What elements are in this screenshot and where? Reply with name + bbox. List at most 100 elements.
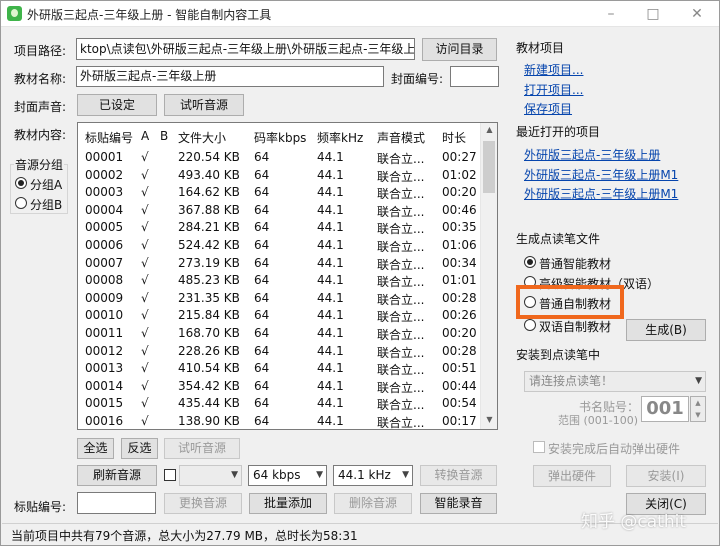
visit-directory-button[interactable]: 访问目录 xyxy=(422,38,497,61)
table-cell: 联合立... xyxy=(377,257,425,272)
scroll-thumb[interactable] xyxy=(483,141,495,193)
table-cell: 215.84 KB xyxy=(178,308,240,323)
cover-audio-set-button[interactable]: 已设定 xyxy=(77,94,157,116)
title-bar: 外研版三起点-三年级上册 - 智能自制内容工具 – □ ✕ xyxy=(1,1,719,27)
table-cell: 00002 xyxy=(85,167,124,182)
batch-add-button[interactable]: 批量添加 xyxy=(249,493,327,514)
table-cell: √ xyxy=(141,185,149,200)
table-row[interactable]: 00014 √ 354.42 KB 64 44.1 联合立... 00:44 xyxy=(78,378,481,395)
invert-selection-button[interactable]: 反选 xyxy=(121,438,158,459)
install-button[interactable]: 安装(I) xyxy=(626,465,706,487)
table-cell: 联合立... xyxy=(377,240,425,254)
install-section-title: 安装到点读笔中 xyxy=(516,348,601,362)
bitrate-select[interactable]: 64 kbps ▼ xyxy=(248,465,327,486)
scroll-down-icon[interactable]: ▼ xyxy=(481,415,497,424)
format-select[interactable]: ▼ xyxy=(179,465,242,486)
smart-record-button[interactable]: 智能录音 xyxy=(420,493,497,514)
generate-option-radio[interactable] xyxy=(524,319,536,331)
table-cell: √ xyxy=(141,202,149,217)
column-header[interactable]: 频率kHz xyxy=(317,129,363,146)
status-text: 当前项目中共有79个音源，总大小为27.79 MB，总时长为58:31 xyxy=(11,529,358,543)
open-project-link[interactable]: 打开项目... xyxy=(524,81,583,98)
bitrate-select-value: 64 kbps xyxy=(253,468,301,482)
name-label: 教材名称: xyxy=(14,72,67,86)
column-header[interactable]: 声音模式 xyxy=(377,129,425,146)
spinner-arrows-icon[interactable]: ▲ ▼ xyxy=(690,396,706,422)
maximize-button[interactable]: □ xyxy=(633,1,673,27)
table-row[interactable]: 00006 √ 524.42 KB 64 44.1 联合立... 01:06 xyxy=(78,237,481,254)
table-row[interactable]: 00011 √ 168.70 KB 64 44.1 联合立... 00:20 xyxy=(78,325,481,342)
table-cell: 44.1 xyxy=(317,150,344,164)
table-cell: 44.1 xyxy=(317,378,344,393)
table-scrollbar[interactable]: ▲ ▼ xyxy=(480,123,497,429)
table-row[interactable]: 00008 √ 485.23 KB 64 44.1 联合立... 01:01 xyxy=(78,272,481,289)
column-header[interactable]: B xyxy=(160,129,168,143)
table-cell: 00015 xyxy=(85,396,124,411)
group-b-radio[interactable] xyxy=(15,197,27,209)
recent-project-link[interactable]: 外研版三起点-三年级上册 xyxy=(524,146,660,163)
close-window-button[interactable]: ✕ xyxy=(677,1,717,27)
table-row[interactable]: 00007 √ 273.19 KB 64 44.1 联合立... 00:34 xyxy=(78,255,481,272)
save-project-link[interactable]: 保存项目 xyxy=(524,100,572,117)
table-row[interactable]: 00016 √ 138.90 KB 64 44.1 联合立... 00:17 xyxy=(78,413,481,429)
recent-project-link[interactable]: 外研版三起点-三年级上册M1 xyxy=(524,166,678,183)
table-cell: 44.1 xyxy=(317,255,344,270)
generate-option-radio[interactable] xyxy=(524,256,536,268)
table-cell: 联合立... xyxy=(377,275,425,290)
table-row[interactable]: 00005 √ 284.21 KB 64 44.1 联合立... 00:35 xyxy=(78,219,481,236)
cover-number-field[interactable] xyxy=(450,66,499,87)
delete-audio-button[interactable]: 删除音源 xyxy=(334,493,412,514)
select-all-button[interactable]: 全选 xyxy=(77,438,114,459)
minimize-button[interactable]: – xyxy=(591,1,631,27)
audio-table[interactable]: 00016 √ 138.90 KB 64 44.1 联合立... 00:17 00015 √ 43… xyxy=(77,122,498,430)
table-cell: 00011 xyxy=(85,326,124,340)
eject-hardware-button[interactable]: 弹出硬件 xyxy=(533,465,611,487)
table-cell: 01:02 xyxy=(442,167,477,182)
group-a-radio[interactable] xyxy=(15,177,27,189)
table-row[interactable]: 00015 √ 435.44 KB 64 44.1 联合立... 00:54 xyxy=(78,395,481,412)
table-cell: 联合立... xyxy=(377,292,425,307)
column-header[interactable]: 时长 xyxy=(442,129,466,146)
column-header[interactable]: A xyxy=(141,129,149,143)
auto-eject-checkbox[interactable] xyxy=(533,441,545,453)
new-project-link[interactable]: 新建项目... xyxy=(524,61,583,78)
project-path-field[interactable]: ktop\点读包\外研版三起点-三年级上册\外研版三起点-三年级上册\ xyxy=(76,38,415,60)
table-row[interactable]: 00010 √ 215.84 KB 64 44.1 联合立... 00:26 xyxy=(78,307,481,324)
table-row[interactable]: 00009 √ 231.35 KB 64 44.1 联合立... 00:28 xyxy=(78,290,481,307)
listen-cover-audio-button[interactable]: 试听音源 xyxy=(164,94,244,116)
pen-select[interactable]: 请连接点读笔！ ▼ xyxy=(524,371,706,392)
table-cell: 273.19 KB xyxy=(178,255,240,270)
frequency-select[interactable]: 44.1 kHz ▼ xyxy=(333,465,413,486)
table-row[interactable]: 00003 √ 164.62 KB 64 44.1 联合立... 00:20 xyxy=(78,184,481,201)
recent-project-link[interactable]: 外研版三起点-三年级上册M1 xyxy=(524,185,678,202)
table-cell: 435.44 KB xyxy=(178,396,240,411)
table-row[interactable]: 00002 √ 493.40 KB 64 44.1 联合立... 01:02 xyxy=(78,167,481,184)
textbook-name-field[interactable]: 外研版三起点-三年级上册 xyxy=(76,66,384,87)
column-header[interactable]: 标贴编号 xyxy=(85,129,133,146)
table-cell: √ xyxy=(141,238,149,252)
replace-audio-button[interactable]: 更换音源 xyxy=(164,493,242,514)
book-number-spinner[interactable]: 001 xyxy=(641,396,689,422)
refresh-audio-button[interactable]: 刷新音源 xyxy=(77,465,157,486)
convert-audio-button[interactable]: 转换音源 xyxy=(420,465,497,486)
table-cell: 354.42 KB xyxy=(178,378,240,393)
generate-button[interactable]: 生成(B) xyxy=(626,319,706,341)
table-cell: 44.1 xyxy=(317,414,344,428)
column-header[interactable]: 码率kbps xyxy=(254,129,306,146)
scroll-up-icon[interactable]: ▲ xyxy=(481,125,497,134)
table-cell: 64 xyxy=(254,273,270,288)
table-cell: 00006 xyxy=(85,238,124,252)
table-cell: 联合立... xyxy=(377,398,425,413)
table-row[interactable]: 00012 √ 228.26 KB 64 44.1 联合立... 00:28 xyxy=(78,343,481,360)
table-cell: √ xyxy=(141,378,149,393)
table-row[interactable]: 00001 √ 220.54 KB 64 44.1 联合立... 00:27 xyxy=(78,149,481,166)
convert-checkbox[interactable] xyxy=(164,469,176,481)
table-cell: 00013 xyxy=(85,361,124,376)
column-header[interactable]: 文件大小 xyxy=(178,129,226,146)
listen-audio-button[interactable]: 试听音源 xyxy=(164,438,240,459)
project-section-title: 教材项目 xyxy=(516,41,565,55)
label-number-field[interactable] xyxy=(77,492,156,514)
table-cell: 228.26 KB xyxy=(178,343,240,358)
table-row[interactable]: 00013 √ 410.54 KB 64 44.1 联合立... 00:51 xyxy=(78,360,481,377)
table-row[interactable]: 00004 √ 367.88 KB 64 44.1 联合立... 00:46 xyxy=(78,202,481,219)
